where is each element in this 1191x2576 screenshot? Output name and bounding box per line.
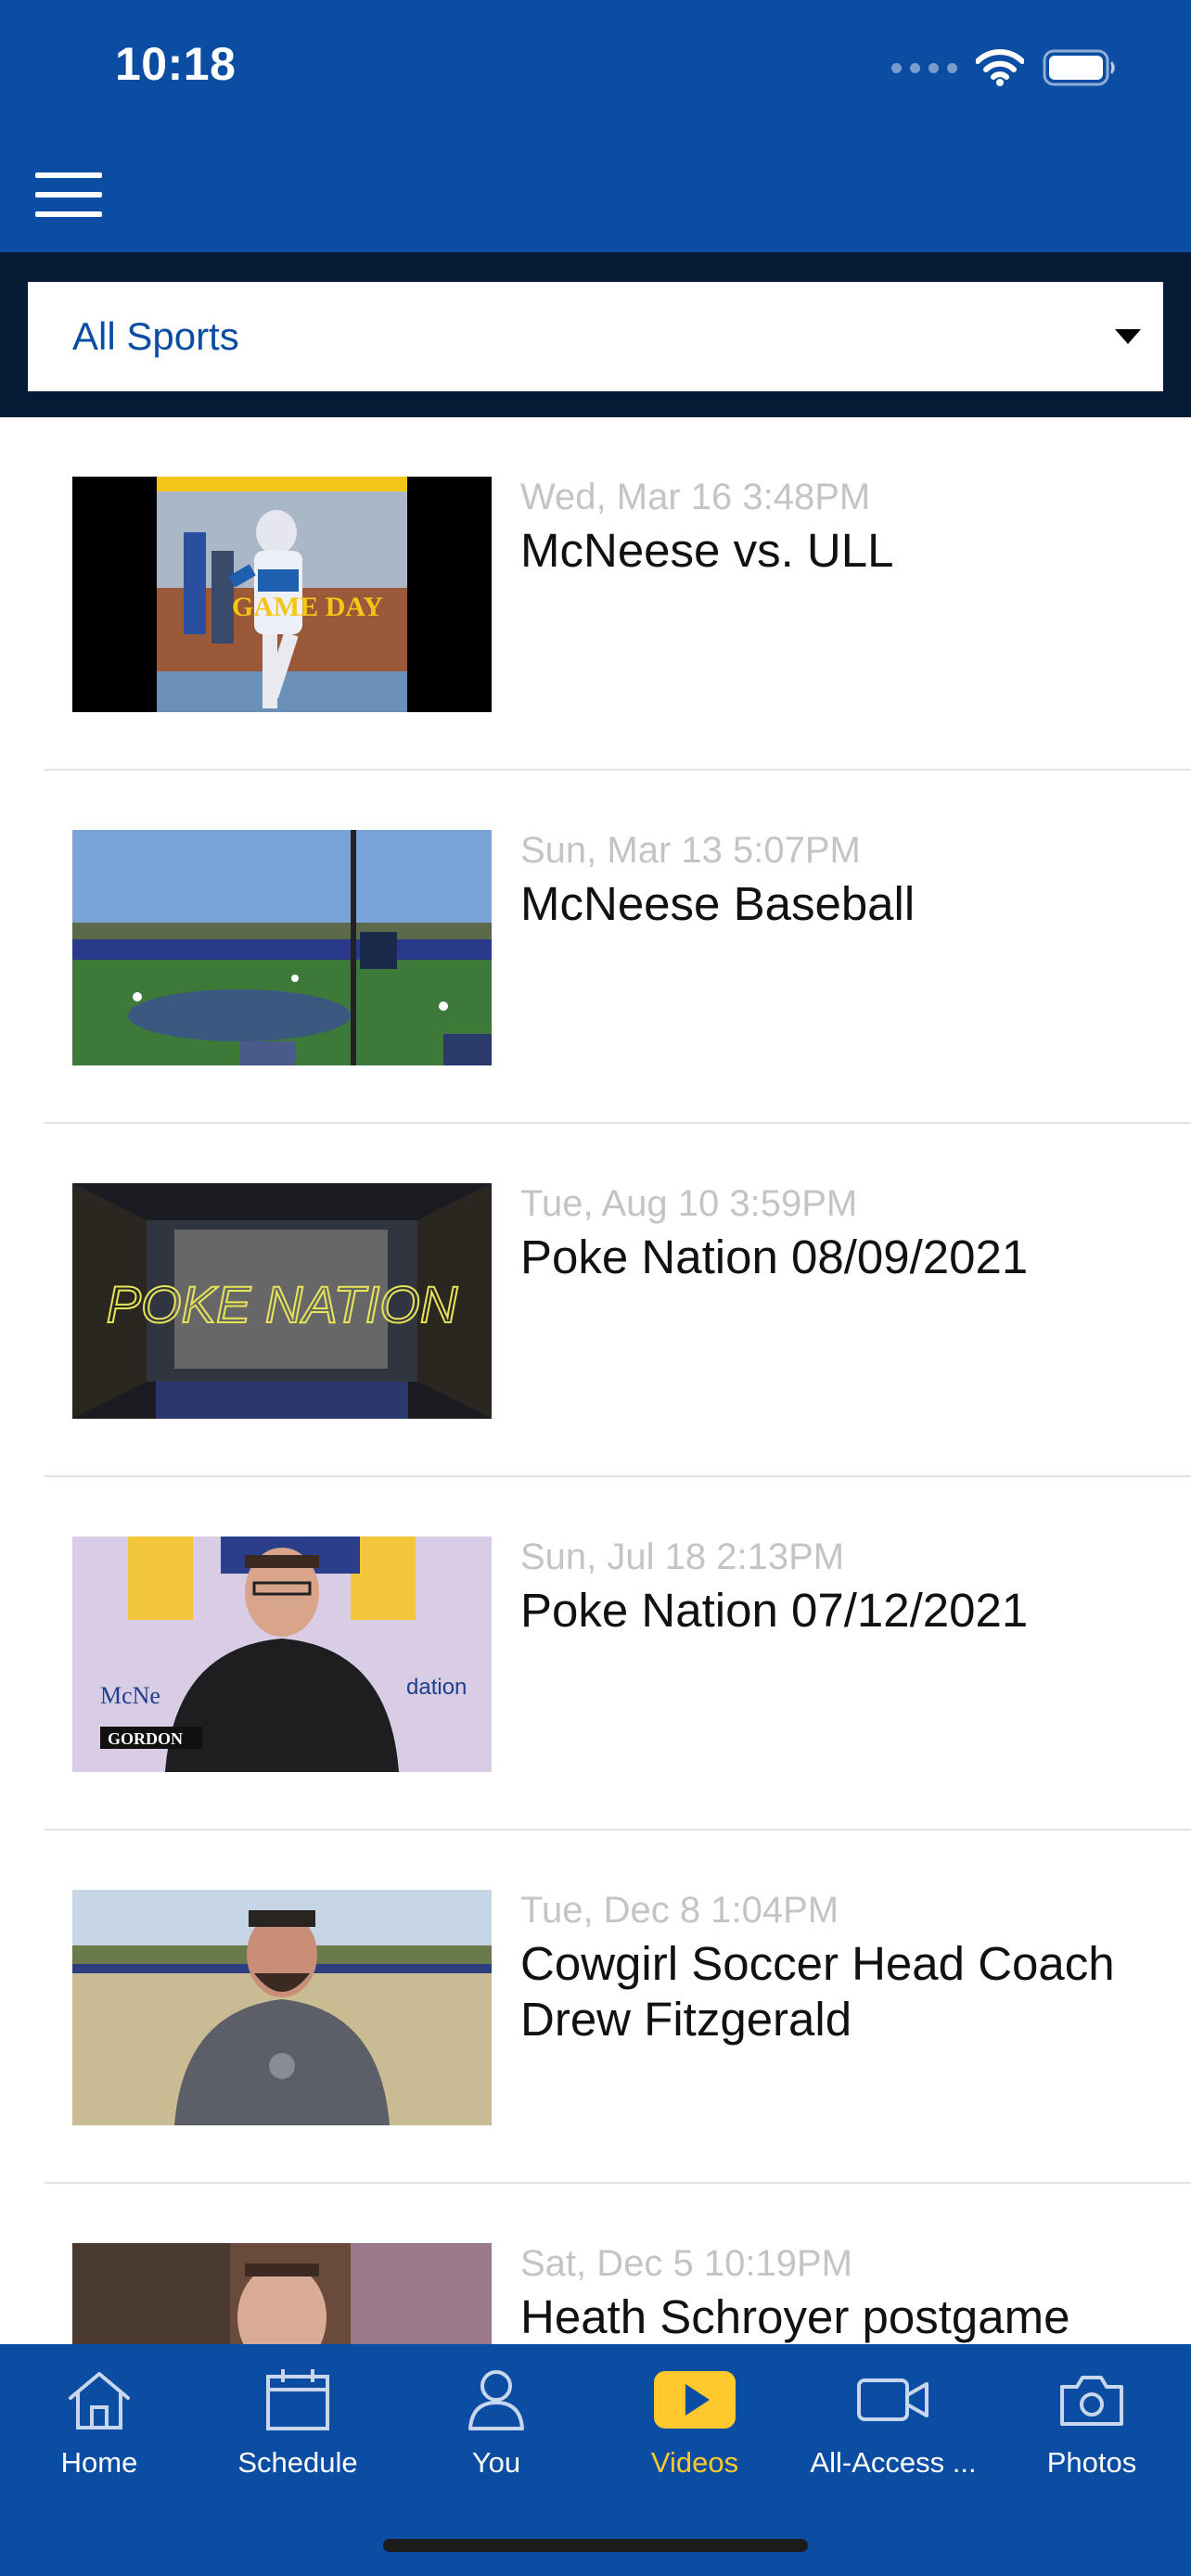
sport-filter-bar: All Sports [0,252,1191,417]
camera-icon [1060,2376,1123,2426]
video-title: McNeese Baseball [520,877,916,930]
video-thumbnail [72,830,492,1065]
tab-label: Schedule [237,2446,358,2479]
video-list: GAME DAY Wed, Mar 16 3:48PM McNeese vs. … [0,417,1191,2346]
video-thumbnail: GAME DAY [72,477,492,712]
game-day-text: GAME DAY [232,592,383,622]
video-title: Cowgirl Soccer Head Coach Drew Fitzgeral… [520,1937,1115,2046]
home-icon [69,2372,130,2429]
mcneese-text: McNe [100,1682,160,1709]
foundation-text: dation [406,1675,467,1700]
tab-videos[interactable]: Videos [596,2344,794,2493]
tab-photos[interactable]: Photos [992,2344,1191,2493]
poke-nation-text: POKE NATION [107,1275,458,1333]
video-title: Heath Schroyer postgame [520,2290,1070,2343]
video-thumbnail [72,1890,492,2125]
status-icons [891,45,1117,91]
video-date: Sun, Mar 13 5:07PM [520,830,861,871]
video-camera-icon [857,2378,928,2421]
video-item[interactable]: McNe dation GORDON Sun, Jul 18 2:13PM Po… [0,1477,1191,1830]
menu-icon[interactable] [35,172,102,217]
video-item[interactable]: Sun, Mar 13 5:07PM McNeese Baseball [0,771,1191,1124]
video-thumbnail: POKE NATION [72,1183,492,1419]
cellular-signal-icon [891,62,957,73]
tab-label: Videos [650,2446,739,2479]
video-date: Sat, Dec 5 10:19PM [520,2243,852,2284]
video-date: Sun, Jul 18 2:13PM [520,1537,845,1577]
play-icon [654,2371,736,2429]
video-item[interactable]: Tue, Dec 8 1:04PM Cowgirl Soccer Head Co… [0,1830,1191,2184]
video-date: Wed, Mar 16 3:48PM [520,477,871,517]
video-thumbnail: McNe dation GORDON [72,1537,492,1772]
tab-label: All-Access ... [810,2446,977,2479]
app-header: 10:18 [0,0,1191,252]
video-thumbnail [72,2243,492,2346]
video-date: Tue, Dec 8 1:04PM [520,1890,839,1931]
tab-label: Home [60,2446,138,2479]
status-time: 10:18 [115,38,237,90]
tab-label: Photos [1046,2446,1137,2479]
tab-schedule[interactable]: Schedule [198,2344,397,2493]
wifi-icon [976,49,1024,86]
tab-you[interactable]: You [397,2344,596,2493]
videos-screen: 10:18 All Sports GAME DAY Wed, Mar 16 3:… [0,0,1191,2576]
caret-down-icon [1115,329,1141,344]
video-title: McNeese vs. ULL [520,524,894,577]
video-title: Poke Nation 07/12/2021 [520,1584,1029,1637]
home-indicator [383,2539,808,2552]
video-item[interactable]: GAME DAY Wed, Mar 16 3:48PM McNeese vs. … [0,417,1191,771]
video-date: Tue, Aug 10 3:59PM [520,1183,858,1224]
calendar-icon [266,2369,329,2430]
tab-home[interactable]: Home [0,2344,198,2493]
video-item[interactable]: Sat, Dec 5 10:19PM Heath Schroyer postga… [0,2184,1191,2346]
person-icon [468,2370,524,2430]
tab-label: You [471,2446,521,2479]
tab-all-access[interactable]: All-Access ... [794,2344,992,2493]
video-title: Poke Nation 08/09/2021 [520,1231,1029,1283]
sport-filter-dropdown[interactable]: All Sports [28,282,1163,391]
video-item[interactable]: POKE NATION Tue, Aug 10 3:59PM Poke Nati… [0,1124,1191,1477]
battery-icon [1043,49,1115,86]
sport-filter-value: All Sports [72,314,239,358]
gordon-text: GORDON [108,1729,183,1748]
